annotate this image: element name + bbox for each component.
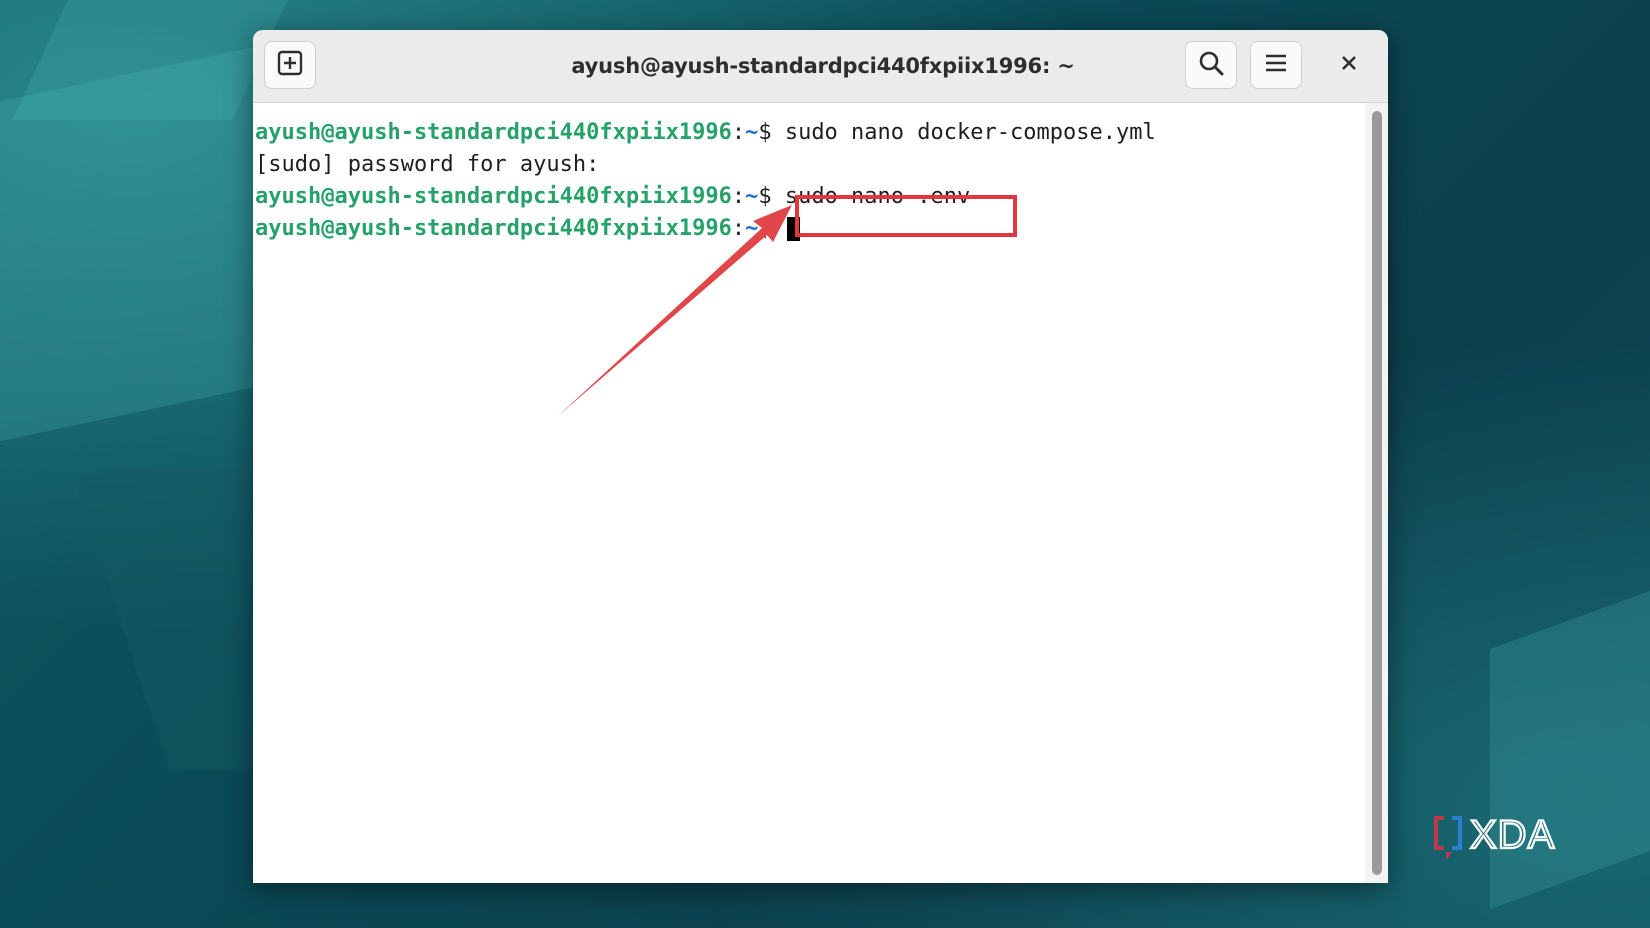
terminal-line: [sudo] password for ayush:: [255, 149, 599, 181]
command-text: sudo nano docker-compose.yml: [771, 120, 1156, 145]
command-text: sudo nano .env: [771, 184, 971, 209]
wallpaper-shape: [0, 45, 260, 455]
prompt-directory: ~: [745, 184, 759, 209]
new-tab-button[interactable]: [264, 41, 316, 89]
prompt-user-host: ayush@ayush-standardpci440fxpiix1996: [255, 184, 732, 209]
close-icon: [1341, 55, 1357, 75]
search-button[interactable]: [1185, 41, 1237, 89]
title-bar: ayush@ayush-standardpci440fxpiix1996: ~: [253, 30, 1388, 103]
scrollbar-thumb[interactable]: [1372, 111, 1382, 875]
terminal-window: ayush@ayush-standardpci440fxpiix1996: ~: [253, 30, 1388, 883]
prompt-directory: ~: [745, 120, 759, 145]
prompt-user-host: ayush@ayush-standardpci440fxpiix1996: [255, 120, 732, 145]
hamburger-menu-icon: [1264, 52, 1288, 78]
prompt-symbol: $: [758, 216, 772, 241]
menu-button[interactable]: [1250, 41, 1302, 89]
xda-logo-text: XDA: [1470, 813, 1555, 857]
new-tab-icon: [277, 50, 303, 80]
command-text: [772, 216, 785, 241]
window-title: ayush@ayush-standardpci440fxpiix1996: ~: [571, 54, 1075, 78]
close-button[interactable]: [1325, 41, 1373, 89]
prompt-user-host: ayush@ayush-standardpci440fxpiix1996: [255, 216, 732, 241]
prompt-colon: :: [731, 184, 746, 209]
prompt-symbol: $: [758, 120, 772, 145]
prompt-colon: :: [731, 216, 746, 241]
prompt-symbol: $: [758, 184, 772, 209]
prompt-colon: :: [731, 120, 746, 145]
xda-logo: XDA: [1432, 810, 1592, 862]
output-text: [sudo] password for ayush:: [255, 152, 600, 177]
prompt-directory: ~: [745, 216, 759, 241]
terminal-line: ayush@ayush-standardpci440fxpiix1996:~$ …: [255, 181, 970, 213]
terminal-output[interactable]: ayush@ayush-standardpci440fxpiix1996:~$ …: [253, 103, 1365, 883]
terminal-line: ayush@ayush-standardpci440fxpiix1996:~$: [255, 213, 800, 245]
terminal-line: ayush@ayush-standardpci440fxpiix1996:~$ …: [255, 117, 1156, 149]
search-icon: [1198, 50, 1224, 80]
text-cursor: [786, 217, 800, 241]
wallpaper-shape: [12, 0, 288, 120]
scrollbar[interactable]: [1365, 103, 1388, 883]
